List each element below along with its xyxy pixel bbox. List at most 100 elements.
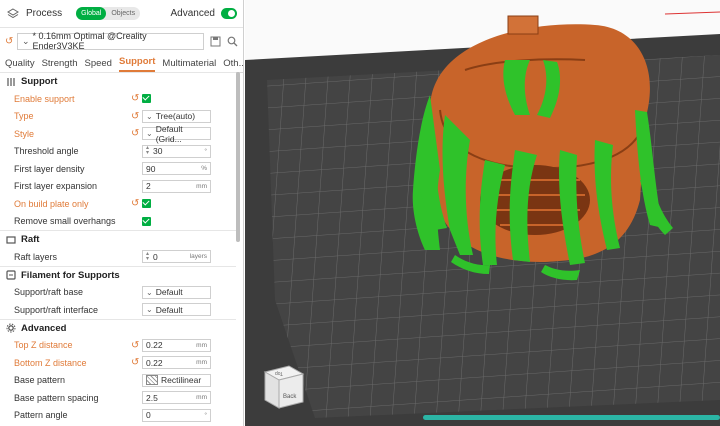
cube-front-face[interactable]: [278, 373, 304, 409]
support-raft-base-select[interactable]: ⌄ Default: [142, 285, 211, 299]
spin-arrows-icon[interactable]: ▴ ▾: [146, 145, 149, 156]
bottom-z-distance-input[interactable]: 0.22 mm: [142, 356, 211, 369]
support-type-select[interactable]: ⌄ Tree(auto): [142, 109, 211, 123]
row-first-layer-expansion: First layer expansion 2 mm: [0, 178, 236, 196]
save-icon[interactable]: [210, 36, 221, 47]
advanced-toggle[interactable]: [221, 8, 237, 19]
setting-label: Support/raft interface: [14, 304, 99, 315]
scene-canvas: [245, 11, 720, 426]
setting-label: Style: [14, 128, 35, 139]
search-icon[interactable]: [227, 36, 238, 47]
field-value: Tree(auto): [155, 111, 196, 121]
on-build-plate-only-checkbox[interactable]: [142, 199, 151, 208]
cube-top-label: Top: [275, 370, 283, 376]
support-style-select[interactable]: ⌄ Default (Grid...: [142, 124, 211, 144]
remove-small-overhangs-checkbox[interactable]: [142, 216, 151, 226]
pattern-angle-input[interactable]: 0 °: [142, 408, 211, 422]
first-layer-expansion-input[interactable]: 2 mm: [142, 179, 211, 193]
reset-arrow-icon[interactable]: ↺: [131, 128, 139, 139]
setting-label: Top Z distance: [14, 340, 73, 351]
base-pattern-select[interactable]: Rectilinear: [142, 373, 211, 387]
field-unit: mm: [196, 359, 207, 366]
field-value: Default (Grid...: [155, 123, 183, 144]
field-unit: mm: [196, 182, 207, 190]
row-pattern-angle: Pattern angle 0 °: [0, 407, 236, 425]
row-enable-support: Enable support ↺: [0, 90, 236, 108]
advanced-label: Advanced: [170, 8, 215, 19]
rectilinear-pattern-icon: [146, 375, 158, 385]
field-unit: %: [201, 165, 207, 172]
section-raft: Raft: [0, 230, 236, 248]
reset-arrow-icon[interactable]: ↺: [131, 93, 139, 104]
chevron-down-icon: ⌄: [146, 129, 153, 138]
field-value: 0.22: [146, 340, 163, 350]
chevron-down-icon: ⌄: [146, 111, 153, 121]
reset-arrow-icon[interactable]: ↺: [131, 357, 139, 368]
setting-label: First layer density: [14, 163, 85, 174]
setting-label: Raft layers: [14, 251, 58, 262]
row-support-raft-interface: Support/raft interface ⌄ Default: [0, 301, 236, 319]
preset-name: * 0.16mm Optimal @Creality Ender3V3KE: [32, 31, 147, 51]
row-remove-small-overhangs: Remove small overhangs: [0, 213, 236, 231]
field-value: 0: [153, 251, 158, 262]
tab-strength[interactable]: Strength: [42, 58, 78, 72]
enable-support-checkbox[interactable]: [142, 94, 151, 103]
field-value: 2: [146, 181, 151, 191]
first-layer-density-input[interactable]: 90%: [142, 162, 211, 175]
section-filament-for-supports: Filament for Supports: [0, 265, 236, 284]
setting-label: Threshold angle: [14, 146, 79, 157]
process-title: Process: [26, 8, 63, 19]
settings-list: Support Enable support ↺ Type ↺ ⌄ Tree(au…: [0, 72, 236, 424]
setting-label: Base pattern spacing: [14, 392, 99, 403]
row-raft-layers: Raft layers ▴ ▾ 0 layers: [0, 248, 236, 266]
raft-layers-input[interactable]: ▴ ▾ 0 layers: [142, 250, 211, 263]
reset-arrow-icon[interactable]: ↺: [131, 198, 139, 209]
section-title: Advanced: [21, 322, 67, 334]
reset-arrow-icon[interactable]: ↺: [131, 340, 139, 351]
field-value: 0.22: [146, 357, 163, 368]
filament-icon: [6, 270, 16, 280]
spin-arrows-icon[interactable]: ▴ ▾: [146, 251, 149, 262]
threshold-angle-input[interactable]: ▴ ▾ 30 °: [142, 144, 211, 158]
section-title: Filament for Supports: [21, 269, 120, 281]
process-preset-select[interactable]: ⌄ * 0.16mm Optimal @Creality Ender3V3KE: [16, 31, 204, 51]
tab-multimaterial[interactable]: Multimaterial: [162, 58, 216, 72]
axis-x-line: [664, 11, 720, 15]
setting-label: Enable support: [14, 93, 75, 104]
setting-label: Type: [14, 111, 34, 122]
section-title: Support: [21, 76, 58, 87]
setting-label: Pattern angle: [14, 410, 68, 421]
support-raft-interface-select[interactable]: ⌄ Default: [142, 303, 211, 316]
reset-arrow-icon[interactable]: ↺: [131, 111, 139, 122]
global-option[interactable]: Global: [76, 7, 107, 20]
objects-option[interactable]: Objects: [106, 7, 140, 20]
row-type: Type ↺ ⌄ Tree(auto): [0, 108, 236, 126]
field-unit: °: [204, 147, 207, 155]
3d-viewport[interactable]: Top Back: [245, 0, 720, 426]
raft-icon: [6, 235, 16, 245]
global-objects-toggle[interactable]: Global Objects: [76, 7, 141, 20]
field-value: Rectilinear: [161, 375, 202, 385]
field-unit: layers: [189, 253, 207, 260]
setting-label: On build plate only: [14, 198, 89, 209]
tab-support[interactable]: Support: [118, 56, 156, 72]
process-header: Process Global Objects Advanced: [0, 0, 243, 28]
chevron-down-icon: ⌄: [146, 287, 153, 297]
setting-label: Bottom Z distance: [14, 357, 87, 368]
tab-speed[interactable]: Speed: [85, 58, 112, 72]
top-z-distance-input[interactable]: 0.22 mm: [142, 338, 211, 352]
reset-arrow-icon[interactable]: ↺: [5, 36, 17, 47]
base-pattern-spacing-input[interactable]: 2.5 mm: [142, 391, 211, 404]
view-cube[interactable]: Top Back: [259, 360, 307, 414]
row-bottom-z-distance: Bottom Z distance ↺ 0.22 mm: [0, 354, 236, 372]
row-base-pattern: Base pattern Rectilinear: [0, 372, 236, 390]
field-value: Default: [155, 304, 183, 315]
settings-scrollbar[interactable]: [236, 72, 240, 242]
field-value: 0: [146, 410, 151, 420]
row-on-build-plate-only: On build plate only ↺: [0, 195, 236, 213]
tab-quality[interactable]: Quality: [5, 58, 35, 72]
chevron-down-icon: ⌄: [146, 305, 153, 314]
field-value: Default: [155, 287, 183, 297]
view-scrollbar[interactable]: [423, 415, 720, 420]
tab-others[interactable]: Oth...: [223, 58, 243, 72]
